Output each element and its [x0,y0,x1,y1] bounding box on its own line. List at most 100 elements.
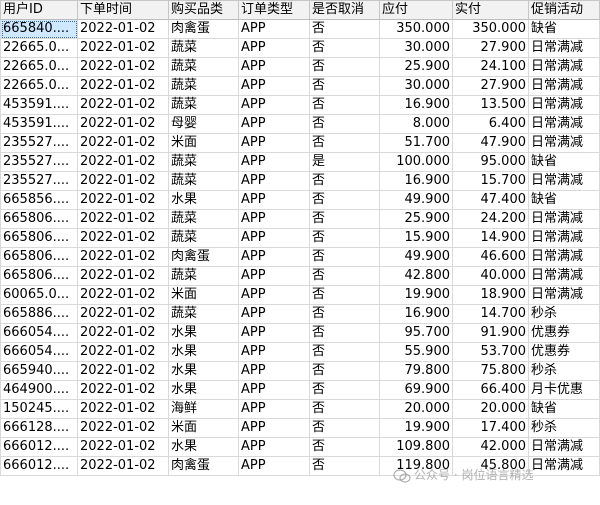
user-id-cell[interactable]: 22665.0... [0,38,78,58]
user-id-cell[interactable]: 453591.... [0,95,78,115]
order-type-cell[interactable]: APP [238,399,310,419]
order-type-cell[interactable]: APP [238,418,310,438]
cancelled-cell[interactable]: 否 [309,456,380,476]
table-row[interactable]: 666054.... 2022-01-02 水果 APP 否 95.700 91.900 优惠… [0,323,600,343]
user-id-cell[interactable]: 22665.0... [0,76,78,96]
cancelled-cell[interactable]: 否 [309,437,380,457]
promotion-cell[interactable]: 日常满减 [528,95,600,115]
paid-cell[interactable]: 40.000 [452,266,529,286]
cancelled-cell[interactable]: 否 [309,95,380,115]
order-time-cell[interactable]: 2022-01-02 [77,247,169,267]
cancelled-cell[interactable]: 否 [309,380,380,400]
order-type-cell[interactable]: APP [238,323,310,343]
column-header-paid[interactable]: 实付 [452,0,529,20]
order-time-cell[interactable]: 2022-01-02 [77,228,169,248]
table-row[interactable]: 665856.... 2022-01-02 水果 APP 否 49.900 47.400 缺省 [0,190,600,210]
order-time-cell[interactable]: 2022-01-02 [77,342,169,362]
order-time-cell[interactable]: 2022-01-02 [77,57,169,77]
payable-cell[interactable]: 119.800 [379,456,453,476]
user-id-cell[interactable]: 464900.... [0,380,78,400]
promotion-cell[interactable]: 秒杀 [528,304,600,324]
order-type-cell[interactable]: APP [238,19,310,39]
payable-cell[interactable]: 69.900 [379,380,453,400]
promotion-cell[interactable]: 日常满减 [528,266,600,286]
table-row[interactable]: 235527.... 2022-01-02 米面 APP 否 51.700 47.900 日常… [0,133,600,153]
cancelled-cell[interactable]: 否 [309,38,380,58]
cancelled-cell[interactable]: 否 [309,19,380,39]
payable-cell[interactable]: 19.900 [379,285,453,305]
table-row[interactable]: 666128.... 2022-01-02 米面 APP 否 19.900 17.400 秒杀 [0,418,600,438]
user-id-cell[interactable]: 235527.... [0,171,78,191]
cancelled-cell[interactable]: 否 [309,228,380,248]
table-row[interactable]: 22665.0... 2022-01-02 蔬菜 APP 否 30.000 27.900 日常… [0,38,600,58]
user-id-cell[interactable]: 235527.... [0,133,78,153]
promotion-cell[interactable]: 日常满减 [528,247,600,267]
category-cell[interactable]: 水果 [168,361,239,381]
user-id-cell[interactable]: 666012.... [0,437,78,457]
order-type-cell[interactable]: APP [238,114,310,134]
table-row[interactable]: 665806.... 2022-01-02 蔬菜 APP 否 42.800 40.000 日常… [0,266,600,286]
cancelled-cell[interactable]: 否 [309,399,380,419]
promotion-cell[interactable]: 缺省 [528,399,600,419]
order-time-cell[interactable]: 2022-01-02 [77,152,169,172]
paid-cell[interactable]: 18.900 [452,285,529,305]
paid-cell[interactable]: 24.100 [452,57,529,77]
category-cell[interactable]: 肉禽蛋 [168,247,239,267]
category-cell[interactable]: 母婴 [168,114,239,134]
user-id-cell[interactable]: 665840.... [0,19,78,39]
payable-cell[interactable]: 51.700 [379,133,453,153]
order-type-cell[interactable]: APP [238,133,310,153]
category-cell[interactable]: 水果 [168,437,239,457]
column-header-category[interactable]: 购买品类 [168,0,239,20]
order-type-cell[interactable]: APP [238,285,310,305]
cancelled-cell[interactable]: 否 [309,285,380,305]
payable-cell[interactable]: 16.900 [379,95,453,115]
paid-cell[interactable]: 13.500 [452,95,529,115]
table-row[interactable]: 666054.... 2022-01-02 水果 APP 否 55.900 53.700 优惠… [0,342,600,362]
order-time-cell[interactable]: 2022-01-02 [77,380,169,400]
order-time-cell[interactable]: 2022-01-02 [77,456,169,476]
table-row[interactable]: 666012.... 2022-01-02 肉禽蛋 APP 否 119.800 45.800… [0,456,600,476]
table-row[interactable]: 453591.... 2022-01-02 母婴 APP 否 8.000 6.400 日常满减 [0,114,600,134]
user-id-cell[interactable]: 453591.... [0,114,78,134]
cancelled-cell[interactable]: 否 [309,266,380,286]
order-type-cell[interactable]: APP [238,57,310,77]
column-header-user-id[interactable]: 用户ID [0,0,78,20]
order-type-cell[interactable]: APP [238,380,310,400]
paid-cell[interactable]: 20.000 [452,399,529,419]
user-id-cell[interactable]: 22665.0... [0,57,78,77]
user-id-cell[interactable]: 60065.0... [0,285,78,305]
order-time-cell[interactable]: 2022-01-02 [77,437,169,457]
order-time-cell[interactable]: 2022-01-02 [77,285,169,305]
paid-cell[interactable]: 14.900 [452,228,529,248]
paid-cell[interactable]: 42.000 [452,437,529,457]
cancelled-cell[interactable]: 否 [309,418,380,438]
table-row[interactable]: 453591.... 2022-01-02 蔬菜 APP 否 16.900 13.500 日常… [0,95,600,115]
paid-cell[interactable]: 47.400 [452,190,529,210]
order-type-cell[interactable]: APP [238,361,310,381]
order-type-cell[interactable]: APP [238,247,310,267]
paid-cell[interactable]: 24.200 [452,209,529,229]
table-row[interactable]: 665806.... 2022-01-02 蔬菜 APP 否 25.900 24.200 日常… [0,209,600,229]
paid-cell[interactable]: 47.900 [452,133,529,153]
promotion-cell[interactable]: 日常满减 [528,456,600,476]
order-time-cell[interactable]: 2022-01-02 [77,361,169,381]
paid-cell[interactable]: 27.900 [452,38,529,58]
paid-cell[interactable]: 45.800 [452,456,529,476]
payable-cell[interactable]: 19.900 [379,418,453,438]
order-time-cell[interactable]: 2022-01-02 [77,95,169,115]
cancelled-cell[interactable]: 否 [309,361,380,381]
payable-cell[interactable]: 25.900 [379,209,453,229]
paid-cell[interactable]: 27.900 [452,76,529,96]
category-cell[interactable]: 肉禽蛋 [168,19,239,39]
user-id-cell[interactable]: 665940.... [0,361,78,381]
order-type-cell[interactable]: APP [238,152,310,172]
category-cell[interactable]: 水果 [168,190,239,210]
promotion-cell[interactable]: 日常满减 [528,209,600,229]
paid-cell[interactable]: 14.700 [452,304,529,324]
column-header-promotion[interactable]: 促销活动 [528,0,600,20]
order-type-cell[interactable]: APP [238,95,310,115]
order-time-cell[interactable]: 2022-01-02 [77,323,169,343]
cancelled-cell[interactable]: 否 [309,171,380,191]
order-time-cell[interactable]: 2022-01-02 [77,304,169,324]
